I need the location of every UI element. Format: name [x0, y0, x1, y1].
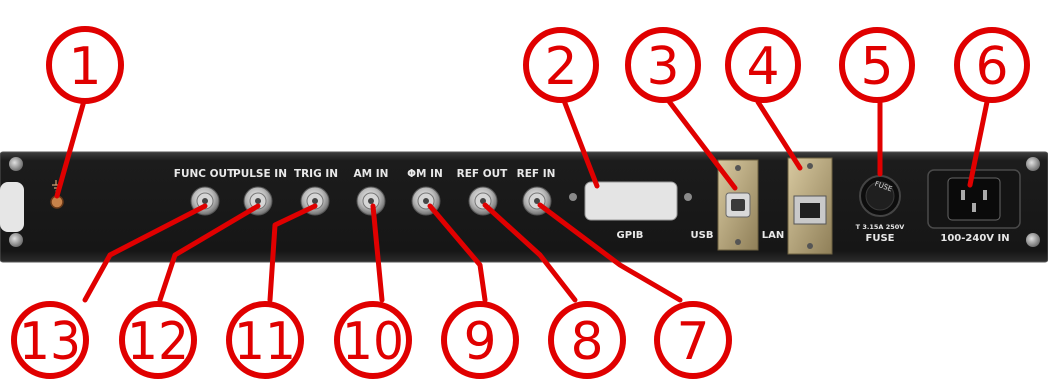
label-func-out: FUNC OUT	[174, 168, 235, 180]
label-fuse: FUSE	[866, 233, 895, 244]
fuse-holder: FUSE	[859, 175, 901, 217]
callout-number-1: 1	[68, 37, 101, 97]
callout-number-10: 10	[342, 312, 404, 372]
label-gpib: GPIB	[617, 230, 644, 241]
gpib-port	[569, 181, 692, 221]
label-ref-out: REF OUT	[457, 168, 509, 180]
callout-number-6: 6	[975, 37, 1008, 97]
callout-number-3: 3	[646, 37, 679, 97]
label-am-in: AM IN	[354, 168, 389, 180]
callout-number-2: 2	[544, 37, 577, 97]
callout-number-13: 13	[19, 312, 81, 372]
rear-panel-diagram: FUSE FUNC OUT PULSE IN TRIG IN AM IN ΦM …	[0, 26, 1048, 379]
lan-port	[787, 157, 833, 255]
callout-number-5: 5	[860, 37, 893, 97]
screw-icon	[1026, 233, 1040, 247]
label-pulse-in: PULSE IN	[233, 168, 287, 180]
screw-icon	[9, 157, 23, 171]
label-fuse-rating: T 3.15A 250V	[856, 223, 905, 231]
callout-number-4: 4	[746, 37, 779, 97]
callout-number-9: 9	[463, 312, 496, 372]
screw-icon	[1026, 157, 1040, 171]
iec-socket-icon	[947, 177, 1001, 221]
label-ref-in: REF IN	[517, 168, 556, 180]
screw-icon	[9, 233, 23, 247]
left-rack-ear	[0, 182, 24, 232]
power-inlet	[927, 169, 1021, 229]
label-phim-in: ΦM IN	[407, 168, 443, 180]
callout-number-8: 8	[570, 312, 603, 372]
callout-number-7: 7	[676, 312, 709, 372]
label-trig-in: TRIG IN	[294, 168, 338, 180]
label-lan: LAN	[762, 230, 784, 241]
label-power-in: 100-240V IN	[940, 233, 1009, 244]
callout-number-12: 12	[127, 312, 189, 372]
callout-number-11: 11	[234, 312, 296, 372]
label-usb: USB	[691, 230, 714, 241]
